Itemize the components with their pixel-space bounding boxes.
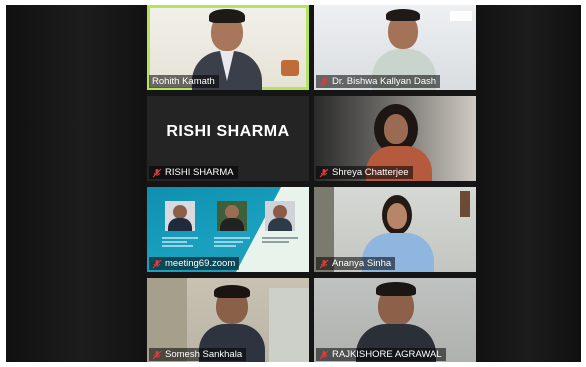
participant-name-label: Somesh Sankhala — [149, 348, 247, 361]
poster-caption-2 — [214, 235, 250, 247]
participant-name-label: Dr. Bishwa Kallyan Dash — [316, 75, 441, 88]
mic-muted-icon — [319, 259, 329, 269]
participant-name-label: Shreya Chatterjee — [316, 166, 413, 179]
poster-photo-3 — [265, 201, 295, 231]
poster-photo-2 — [217, 201, 247, 231]
participant-name-label: RAJKISHORE AGRAWAL — [316, 348, 446, 361]
video-tile-meeting69-zoom[interactable]: meeting69.zoom — [147, 187, 309, 272]
zoom-gallery-view: Rohith Kamath Dr. Bishwa Kallyan Dash RI… — [6, 5, 581, 362]
background-wall — [269, 288, 309, 362]
video-tile-ananya-sinha[interactable]: Ananya Sinha — [314, 187, 476, 272]
mic-muted-icon — [319, 77, 329, 87]
video-tile-rajkishore-agrawal[interactable]: RAJKISHORE AGRAWAL — [314, 278, 476, 362]
participant-name-label: Rohith Kamath — [149, 75, 219, 88]
left-blurred-area — [6, 5, 146, 362]
mic-muted-icon — [152, 350, 162, 360]
mic-muted-icon — [152, 259, 162, 269]
participant-name-label: Ananya Sinha — [316, 257, 396, 270]
right-blurred-area — [476, 5, 581, 362]
name-card-text: RISHI SHARMA — [166, 122, 290, 140]
mic-muted-icon — [319, 168, 329, 178]
video-tile-rishi-sharma[interactable]: RISHI SHARMA RISHI SHARMA — [147, 96, 309, 181]
poster-caption-1 — [162, 235, 198, 247]
mic-muted-icon — [152, 168, 162, 178]
mic-muted-icon — [319, 350, 329, 360]
background-frame — [460, 191, 470, 217]
video-tile-rohith-kamath[interactable]: Rohith Kamath — [147, 5, 309, 90]
video-tile-shreya-chatterjee[interactable]: Shreya Chatterjee — [314, 96, 476, 181]
participant-name-label: RISHI SHARMA — [149, 166, 238, 179]
video-tile-somesh-sankhala[interactable]: Somesh Sankhala — [147, 278, 309, 362]
video-tile-bishwa-kallyan-dash[interactable]: Dr. Bishwa Kallyan Dash — [314, 5, 476, 90]
participant-name-label: meeting69.zoom — [149, 257, 240, 270]
background-sign — [450, 11, 472, 21]
poster-caption-3 — [262, 235, 298, 247]
poster-photo-1 — [165, 201, 195, 231]
background-object — [281, 60, 299, 76]
